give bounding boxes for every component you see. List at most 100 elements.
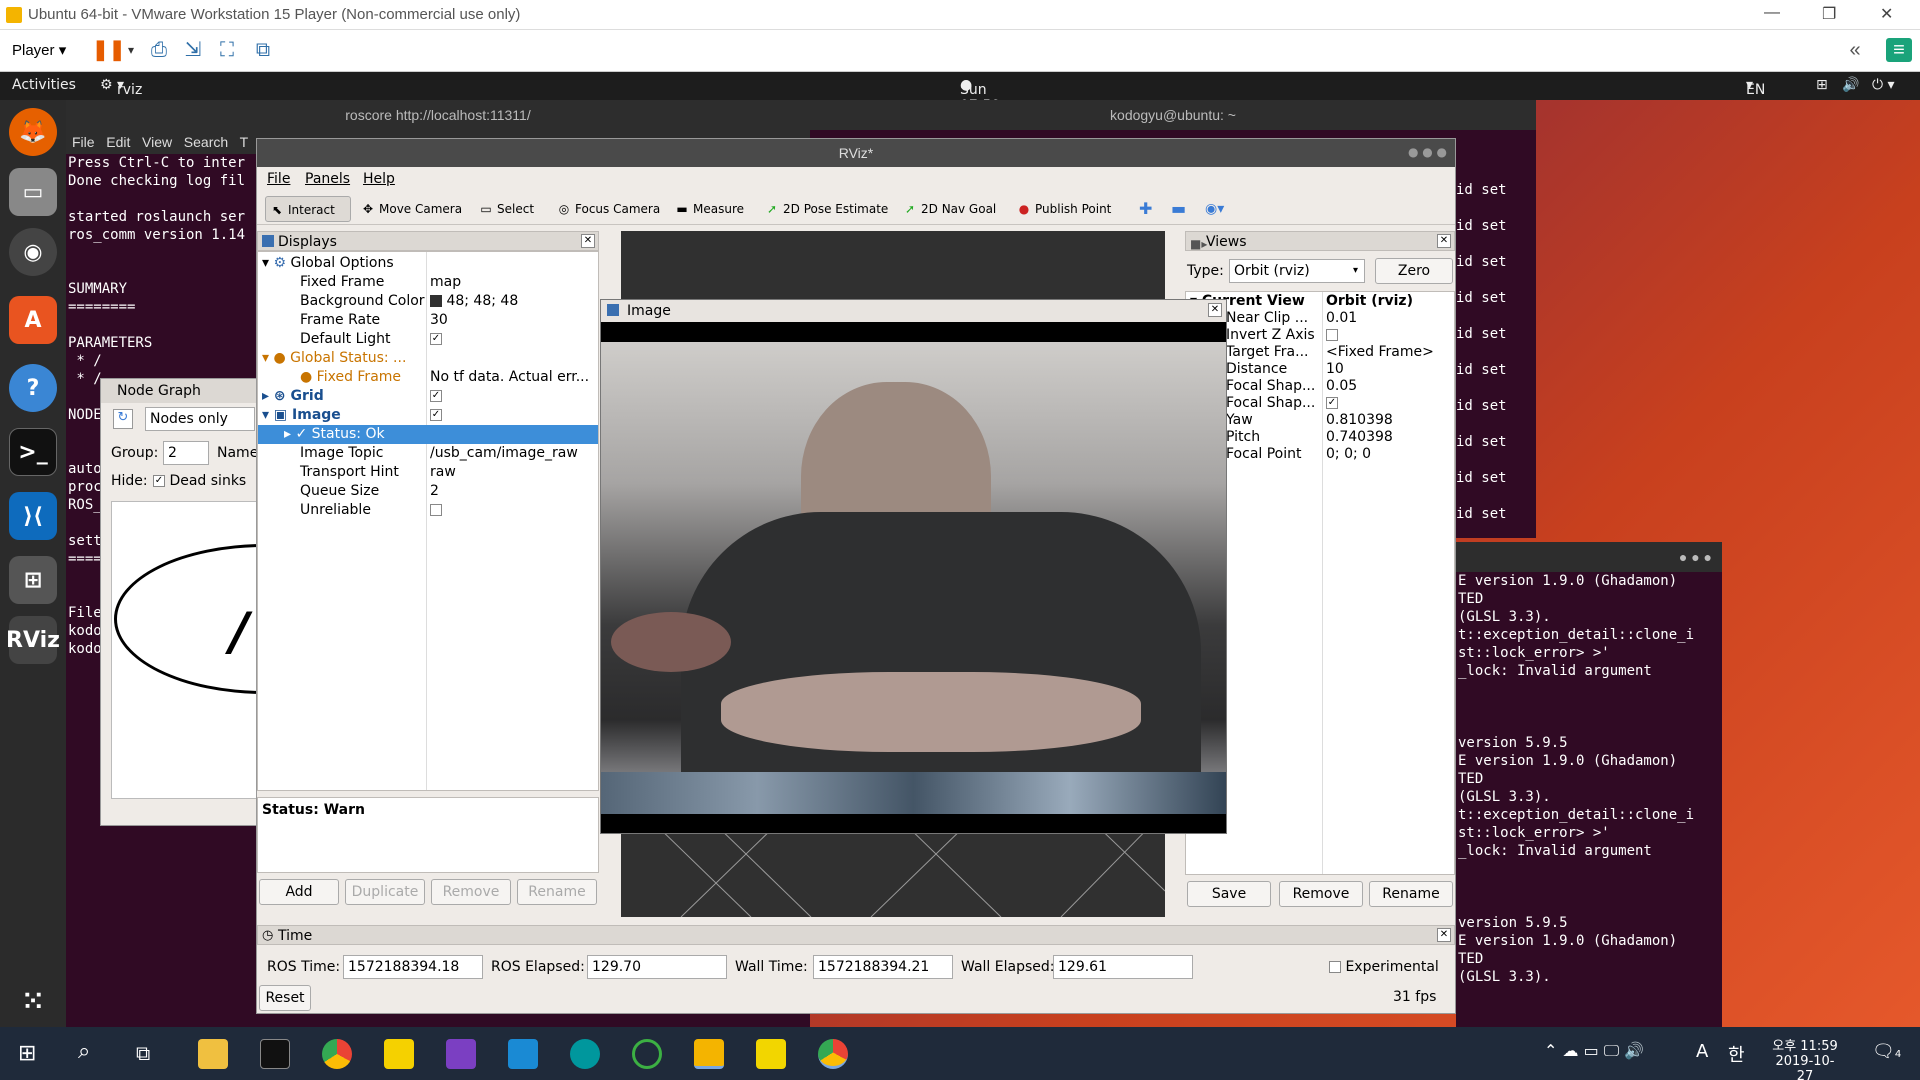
experimental-checkbox[interactable]: Experimental <box>1329 959 1439 975</box>
zero-button[interactable]: Zero <box>1375 258 1453 284</box>
taskbar-clock[interactable]: 오후 11:59 2019-10-27 <box>1770 1035 1840 1080</box>
search-icon[interactable]: ⌕ <box>78 1039 90 1064</box>
restore-button[interactable]: ❐ <box>1822 4 1836 24</box>
minimize-button[interactable]: — <box>1764 4 1780 22</box>
group-spinbox[interactable]: 2 <box>163 441 209 465</box>
library-icon[interactable]: ≡ <box>1886 38 1912 62</box>
volume-icon[interactable]: 🔊 <box>1842 77 1859 93</box>
power-icon[interactable]: ⏻ ▾ <box>1872 77 1895 93</box>
mode-select[interactable]: Nodes only <box>145 407 255 431</box>
chrome-icon[interactable] <box>322 1039 352 1069</box>
prop-fixed-frame-value[interactable]: map <box>430 273 461 292</box>
prop-transport-hint-value[interactable]: raw <box>430 463 456 482</box>
view-prop-value[interactable]: <Fixed Frame> <box>1326 344 1434 361</box>
close-icon[interactable]: ✕ <box>1437 928 1451 942</box>
notification-icon[interactable]: 🗨4 <box>1872 1041 1901 1062</box>
unreliable-checkbox[interactable] <box>430 501 442 520</box>
terminal-rviz-output[interactable]: ● ● ● E version 1.9.0 (Ghadamon) TED (GLSL… <box>1456 542 1722 1032</box>
close-icon[interactable]: ✕ <box>1208 303 1222 317</box>
tool-properties-icon[interactable]: ◉▾ <box>1201 196 1228 222</box>
vmware-taskbar-icon[interactable] <box>694 1039 724 1069</box>
rviz-icon[interactable]: RViz <box>6 616 60 664</box>
pause-icon[interactable]: ❚❚ <box>92 38 126 62</box>
view-prop-value[interactable]: 10 <box>1326 361 1344 378</box>
menu-view[interactable]: View <box>142 134 172 150</box>
close-icon[interactable]: ✕ <box>1437 234 1451 248</box>
grid-checkbox[interactable]: ✓ <box>430 387 442 406</box>
prop-image-topic-value[interactable]: /usb_cam/image_raw <box>430 444 578 463</box>
vscode-icon[interactable]: ⟩⟨ <box>9 492 57 540</box>
close-icon[interactable]: ✕ <box>581 234 595 248</box>
menu-help[interactable]: Help <box>363 171 395 187</box>
visual-studio-icon[interactable] <box>446 1039 476 1069</box>
image-checkbox[interactable]: ✓ <box>430 406 442 425</box>
unity-icon[interactable]: ⧉ <box>250 38 276 62</box>
network-icon[interactable]: ⊞ <box>1816 77 1828 93</box>
refresh-icon[interactable]: ↻ <box>113 409 133 429</box>
remove-button[interactable]: Remove <box>431 879 511 905</box>
tool-select[interactable]: ▭ Select <box>475 196 538 222</box>
terminal-icon[interactable]: >_ <box>9 428 57 476</box>
menu-edit[interactable]: Edit <box>106 134 130 150</box>
send-keys-icon[interactable]: ⎙ <box>146 38 172 62</box>
view-prop-checkbox[interactable] <box>1326 329 1338 341</box>
tray-icons[interactable]: ⌃ ☁ ▭ 🖵 🔊 <box>1544 1041 1644 1061</box>
view-prop-value[interactable] <box>1326 327 1338 344</box>
files-icon[interactable]: ▭ <box>9 168 57 216</box>
dead-sinks-checkbox[interactable]: ✓ Dead sinks <box>153 473 246 489</box>
prop-bg-color-value[interactable]: 48; 48; 48 <box>430 292 518 311</box>
remove-tool-icon[interactable]: ▬ <box>1167 196 1190 222</box>
rename-button[interactable]: Rename <box>517 879 597 905</box>
ros-time-field[interactable]: 1572188394.18 <box>343 955 483 979</box>
view-prop-checkbox[interactable]: ✓ <box>1326 397 1338 409</box>
sticky-notes-icon[interactable] <box>756 1039 786 1069</box>
arduino-icon[interactable] <box>570 1039 600 1069</box>
tool-measure[interactable]: ▬ Measure <box>671 196 748 222</box>
ime-hangul[interactable]: 한 <box>1728 1041 1745 1067</box>
kakaotalk-icon[interactable] <box>384 1039 414 1069</box>
tool-move-camera[interactable]: ✥ Move Camera <box>357 196 466 222</box>
cmd-icon[interactable] <box>260 1039 290 1069</box>
tree-status-ok[interactable]: ▸ ✓ Status: Ok <box>258 425 598 444</box>
tool-publish-point[interactable]: ● Publish Point <box>1013 196 1115 222</box>
add-tool-icon[interactable]: ✚ <box>1135 196 1156 222</box>
view-prop-value[interactable]: 0; 0; 0 <box>1326 446 1371 463</box>
chrome-icon-2[interactable] <box>818 1039 848 1069</box>
tool-2d-pose-estimate[interactable]: ➚ 2D Pose Estimate <box>761 196 892 222</box>
chevron-down-icon[interactable]: ▾ <box>118 38 144 62</box>
software-icon[interactable]: A <box>9 296 57 344</box>
menu-search[interactable]: Search <box>184 134 228 150</box>
player-menu[interactable]: Player ▾ <box>12 41 66 59</box>
rename-view-button[interactable]: Rename <box>1369 881 1453 907</box>
menu-file[interactable]: File <box>267 171 290 187</box>
prop-queue-size-value[interactable]: 2 <box>430 482 439 501</box>
collapse-icon[interactable]: « <box>1842 38 1868 62</box>
ros-elapsed-field[interactable]: 129.70 <box>587 955 727 979</box>
rviz-window-controls[interactable]: ● ● ● <box>1408 145 1447 159</box>
duplicate-button[interactable]: Duplicate <box>345 879 425 905</box>
image-window[interactable]: Image ✕ <box>600 299 1227 834</box>
ime-mode[interactable]: A <box>1696 1041 1708 1062</box>
tree-global-options[interactable]: ▾ ⚙ Global Options <box>262 254 394 273</box>
reset-button[interactable]: Reset <box>259 985 311 1011</box>
graph-canvas[interactable]: / <box>111 501 257 799</box>
task-view-icon[interactable]: ⧉ <box>136 1041 150 1065</box>
activities-button[interactable]: Activities <box>12 77 76 93</box>
view-type-select[interactable]: Orbit (rviz) ▾ <box>1229 259 1365 283</box>
remove-view-button[interactable]: Remove <box>1279 881 1363 907</box>
view-prop-value[interactable]: 0.810398 <box>1326 412 1393 429</box>
close-button[interactable]: ✕ <box>1880 4 1893 24</box>
save-view-button[interactable]: Save <box>1187 881 1271 907</box>
explorer-icon[interactable] <box>198 1039 228 1069</box>
tool-2d-nav-goal[interactable]: ➚ 2D Nav Goal <box>899 196 1000 222</box>
view-prop-value[interactable]: 0.740398 <box>1326 429 1393 446</box>
prop-frame-rate-value[interactable]: 30 <box>430 311 448 330</box>
clock[interactable]: Sun 07:59 ● <box>960 77 1000 114</box>
default-light-checkbox[interactable]: ✓ <box>430 330 442 349</box>
view-prop-value[interactable]: 0.05 <box>1326 378 1357 395</box>
fullscreen-icon[interactable]: ⛶ <box>214 38 240 62</box>
vscode-taskbar-icon[interactable] <box>508 1039 538 1069</box>
tool-interact[interactable]: ⬉ Interact <box>265 196 351 222</box>
app-ring-icon[interactable] <box>632 1039 662 1069</box>
menu-panels[interactable]: Panels <box>305 171 350 187</box>
